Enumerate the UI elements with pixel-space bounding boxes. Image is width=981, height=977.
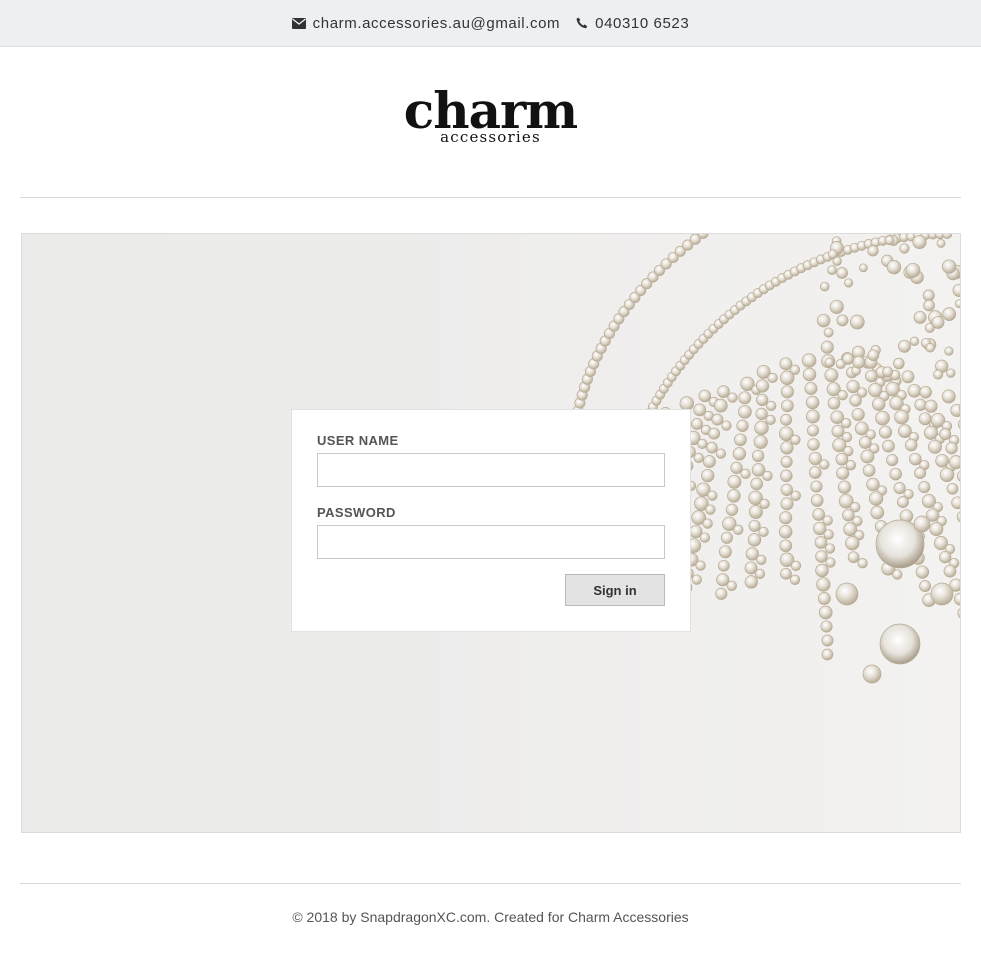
footer-divider — [20, 883, 961, 884]
envelope-icon — [291, 17, 306, 29]
email-text[interactable]: charm.accessories.au@gmail.com — [313, 15, 560, 32]
login-form: USER NAME PASSWORD Sign in — [291, 409, 691, 632]
password-label: PASSWORD — [317, 505, 396, 520]
phone-text[interactable]: 040310 6523 — [595, 15, 689, 32]
contact-bar: charm.accessories.au@gmail.com 040310 65… — [0, 0, 981, 47]
logo-sub-text: accessories — [440, 128, 541, 146]
header-divider — [20, 197, 961, 198]
email-contact[interactable]: charm.accessories.au@gmail.com — [291, 15, 560, 32]
sign-in-button[interactable]: Sign in — [565, 574, 665, 606]
footer-copyright: © 2018 by SnapdragonXC.com. Created for … — [292, 909, 689, 925]
username-label: USER NAME — [317, 433, 399, 448]
brand-logo[interactable]: charm accessories — [0, 86, 981, 146]
password-input[interactable] — [317, 525, 665, 559]
username-input[interactable] — [317, 453, 665, 487]
phone-icon — [576, 17, 588, 29]
phone-contact[interactable]: 040310 6523 — [576, 15, 689, 32]
